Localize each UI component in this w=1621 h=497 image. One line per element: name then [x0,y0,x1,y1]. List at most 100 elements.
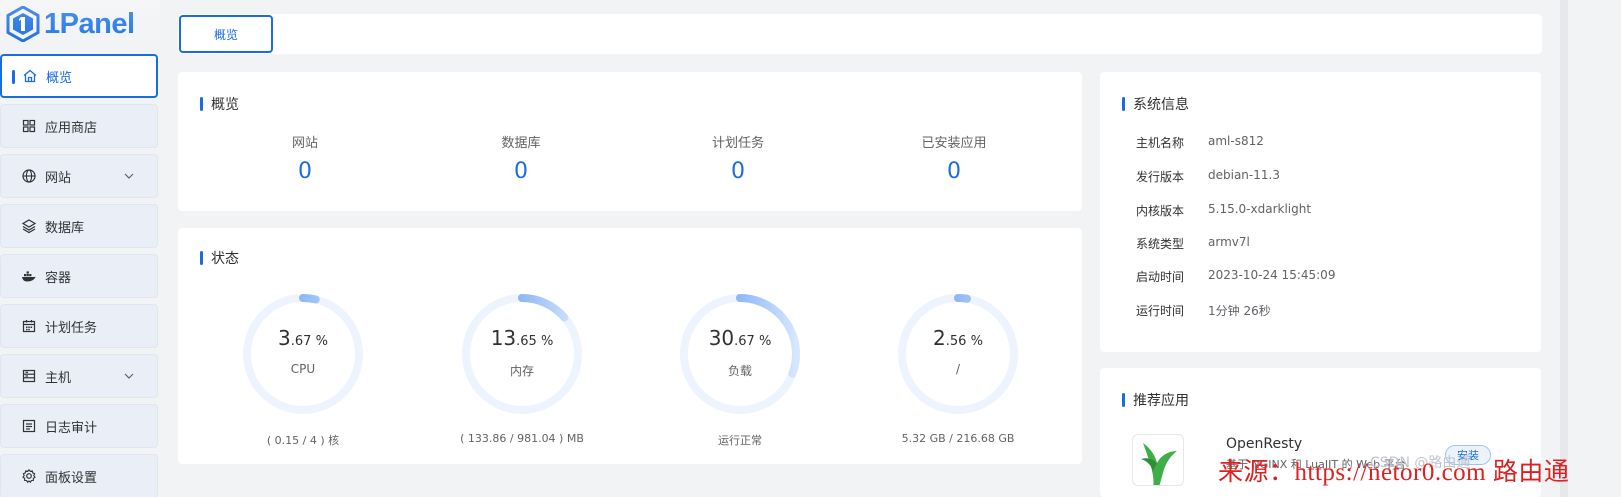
globe-icon [21,168,37,184]
stat-websites[interactable]: 网站 0 [195,132,415,184]
gauge-memory: 13.65 % 内存 [460,292,584,416]
sidebar: 1Panel 概览 应用商店 网站 数据库 容器 计划任务 主机 日志审计 面板… [0,0,160,497]
gauge-ring [898,294,1018,414]
stat-value[interactable]: 0 [628,159,848,184]
stat-value[interactable]: 0 [195,159,415,184]
gauge-value-int: 13 [490,326,517,350]
docker-icon [21,268,37,284]
stat-label: 计划任务 [711,136,764,151]
chevron-down-icon[interactable] [123,170,135,182]
stat-installed-apps[interactable]: 已安装应用 0 [844,132,1064,184]
gauge-value: 30.67 % [678,326,802,350]
sidebar-item-cron[interactable]: 计划任务 [0,304,158,348]
gauge-ring [243,294,363,414]
sidebar-item-app-store[interactable]: 应用商店 [0,104,158,148]
sidebar-item-overview[interactable]: 概览 [0,54,158,98]
log-icon [21,418,37,434]
sidebar-item-container[interactable]: 容器 [0,254,158,298]
info-key: 运行时间 [1136,304,1185,318]
page-scrollbar[interactable] [1560,0,1568,497]
gauge-value-int: 30 [708,326,735,350]
stat-label: 数据库 [501,136,541,151]
gauge-value: 3.67 % [241,326,365,350]
home-icon [22,68,38,84]
gauge-value: 2.56 % [896,326,1020,350]
info-key: 主机名称 [1136,136,1185,150]
brand-name: 1Panel [44,7,135,40]
gauge-subtext: ( 0.15 / 4 ) 核 [266,434,340,447]
stat-value[interactable]: 0 [844,159,1064,184]
grid-icon [21,118,37,134]
info-value: aml-s812 [1208,134,1264,148]
source-watermark: 来源：https://netor0.com 路由通 [1218,459,1570,486]
sidebar-item-label: 面板设置 [45,470,98,486]
openresty-logo-icon[interactable] [1132,434,1184,486]
status-card: 状态 3.67 % CPU ( 0.15 / 4 ) 核 13.65 % 内存 … [178,228,1082,464]
gauge-value-dec: .65 % [516,334,554,349]
info-value: armv7l [1208,235,1250,249]
gauge-cpu: 3.67 % CPU [241,292,365,416]
gauge-label: CPU [290,362,316,376]
recommend-title: 推荐应用 [1133,393,1189,409]
stat-databases[interactable]: 数据库 0 [411,132,631,184]
overview-card: 概览 网站 0 数据库 0 计划任务 0 已安装应用 0 [178,72,1082,211]
gauge-subtext: 5.32 GB / 216.68 GB [901,432,1015,445]
gauge-value-dec: .67 % [734,334,772,349]
system-info-title: 系统信息 [1133,97,1189,113]
gauge-ring [462,294,582,414]
gauge-label: 内存 [509,364,534,378]
sidebar-item-database[interactable]: 数据库 [0,204,158,248]
sidebar-item-label: 概览 [46,70,73,86]
sidebar-item-log-audit[interactable]: 日志审计 [0,404,158,448]
chevron-down-icon[interactable] [123,370,135,382]
gauge-label: / [955,362,961,376]
info-row-distro: 发行版本 debian-11.3 [1136,168,1280,185]
gauge-label: 负载 [727,364,752,378]
sidebar-item-settings[interactable]: 面板设置 [0,454,158,497]
info-row-boot-time: 启动时间 2023-10-24 15:45:09 [1136,268,1335,285]
server-icon [21,368,37,384]
gauge-track [243,294,363,414]
info-key: 内核版本 [1136,204,1185,218]
gauge-disk: 2.56 % / [896,292,1020,416]
sidebar-item-label: 计划任务 [45,320,98,336]
info-row-hostname: 主机名称 aml-s812 [1136,134,1264,151]
sidebar-item-label: 应用商店 [45,120,98,136]
app-name[interactable]: OpenResty [1226,436,1302,452]
stat-label: 网站 [291,136,318,151]
info-key: 启动时间 [1136,270,1185,284]
status-title: 状态 [211,251,239,267]
title-bar [200,251,203,265]
info-row-arch: 系统类型 armv7l [1136,235,1250,252]
gauge-load: 30.67 % 负载 [678,292,802,416]
sidebar-item-label: 网站 [45,170,72,186]
gauge-value-dec: .67 % [290,334,328,349]
sidebar-menu: 概览 应用商店 网站 数据库 容器 计划任务 主机 日志审计 面板设置 [0,54,160,497]
info-row-kernel: 内核版本 5.15.0-xdarklight [1136,202,1311,219]
stat-value[interactable]: 0 [411,159,631,184]
logo[interactable]: 1Panel [6,4,135,44]
sidebar-item-label: 日志审计 [45,420,98,436]
card-title: 状态 [200,248,239,268]
sidebar-item-host[interactable]: 主机 [0,354,158,398]
info-value: 1分钟 26秒 [1208,304,1271,318]
sidebar-item-website[interactable]: 网站 [0,154,158,198]
info-value: debian-11.3 [1208,168,1280,182]
gauge-value: 13.65 % [460,326,584,350]
calendar-icon [21,318,37,334]
card-title: 系统信息 [1122,94,1189,114]
info-value: 5.15.0-xdarklight [1208,202,1312,216]
tab-overview[interactable]: 概览 [179,15,273,53]
info-key: 发行版本 [1136,170,1185,184]
system-info-card: 系统信息 主机名称 aml-s812 发行版本 debian-11.3 内核版本 5.… [1100,72,1541,352]
layers-icon [21,218,37,234]
gauge-subtext: ( 133.86 / 981.04 ) MB [460,432,584,445]
stat-cron-jobs[interactable]: 计划任务 0 [628,132,848,184]
gear-icon [21,468,37,484]
card-title: 推荐应用 [1122,390,1189,410]
info-row-uptime: 运行时间 1分钟 26秒 [1136,302,1271,319]
gauge-value-dec: .56 % [945,334,983,349]
info-value: 2023-10-24 15:45:09 [1208,268,1336,282]
sidebar-item-label: 数据库 [45,220,85,236]
stat-label: 已安装应用 [921,136,987,151]
